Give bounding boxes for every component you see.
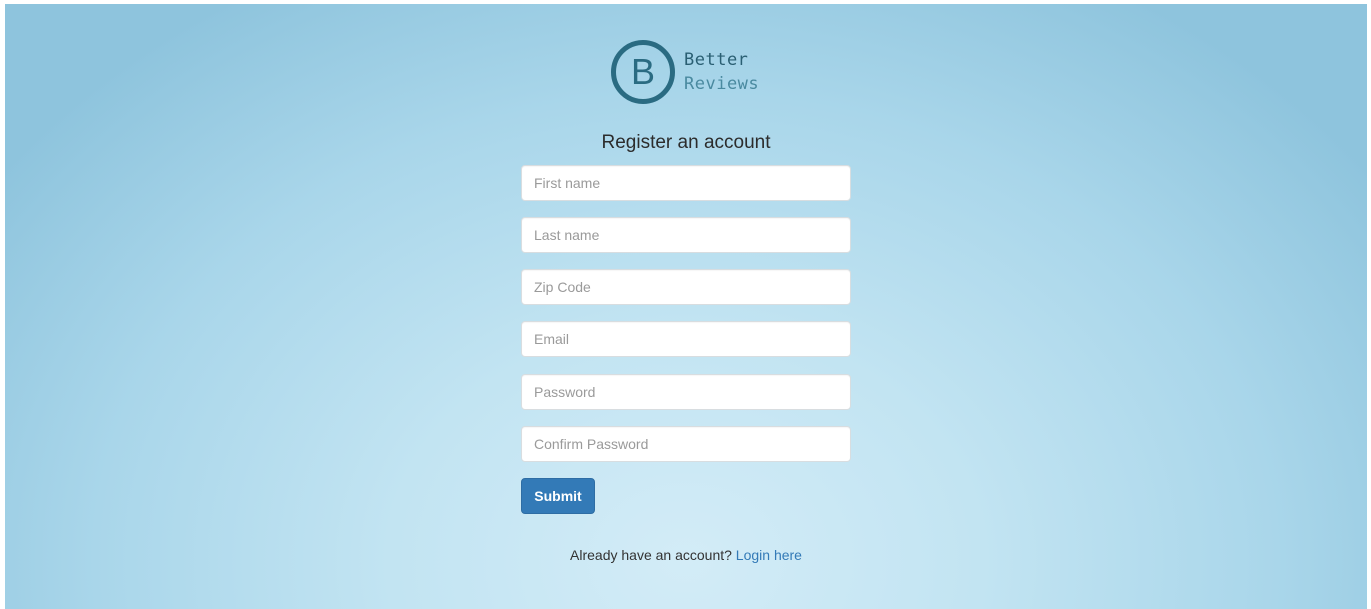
login-link[interactable]: Login here bbox=[736, 547, 802, 563]
logo-letter: B bbox=[630, 51, 655, 92]
email-input[interactable] bbox=[521, 321, 851, 357]
login-prompt-text: Already have an account? bbox=[570, 547, 732, 563]
brand-name-line1: Better bbox=[684, 50, 749, 70]
confirm-password-input[interactable] bbox=[521, 426, 851, 462]
brand-logo: B Better Reviews bbox=[611, 40, 781, 112]
login-prompt: Already have an account? Login here bbox=[521, 547, 851, 563]
brand-name-line2: Reviews bbox=[684, 74, 760, 94]
form-title: Register an account bbox=[601, 132, 771, 153]
password-input[interactable] bbox=[521, 374, 851, 410]
zip-code-input[interactable] bbox=[521, 269, 851, 305]
submit-button[interactable]: Submit bbox=[521, 478, 595, 514]
last-name-input[interactable] bbox=[521, 217, 851, 253]
first-name-input[interactable] bbox=[521, 165, 851, 201]
page-background: B Better Reviews Register an account Sub… bbox=[5, 4, 1367, 609]
